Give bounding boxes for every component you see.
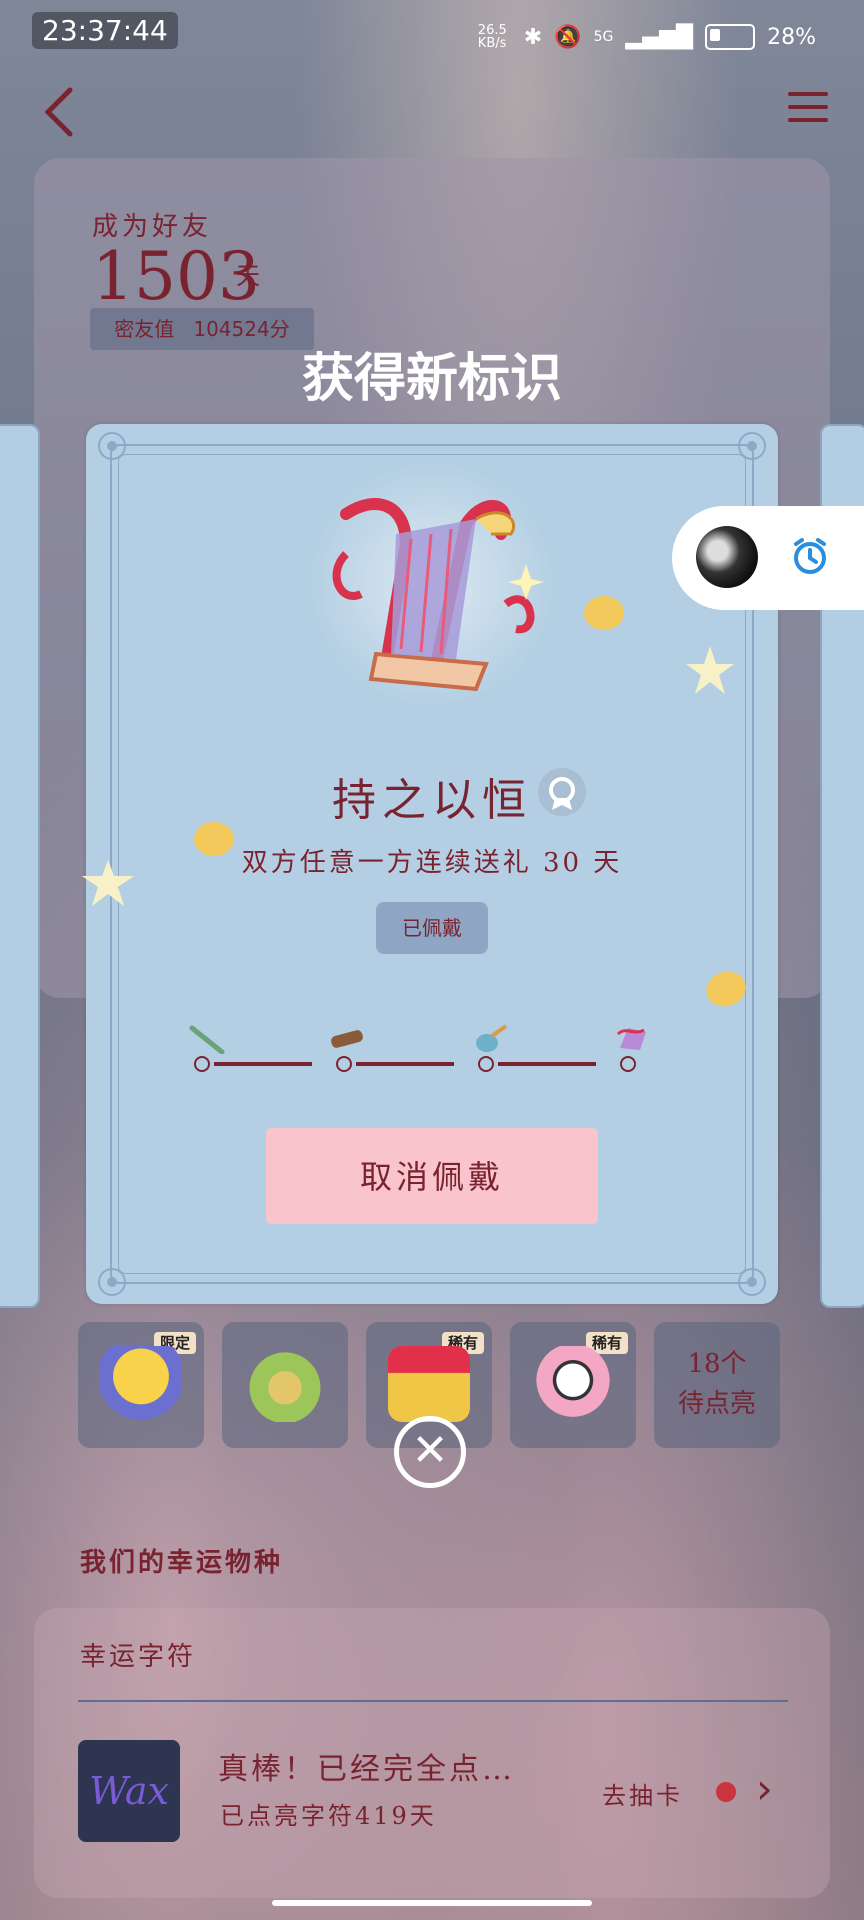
lucky-sub-text: 已点亮字符419天 [220,1802,437,1830]
corner-ornament [98,432,126,460]
chevron-right-icon[interactable]: › [756,1764,773,1813]
level-dot [194,1056,210,1072]
more-gifts-tile[interactable]: 18个 待点亮 [654,1322,780,1448]
status-bar: 23:37:44 26.5 KB/s ✱ 🔕 5G ▂▄▆█ 28% [0,10,864,68]
level-dot [620,1056,636,1072]
gift-item[interactable]: 限定 [78,1322,204,1448]
lucky-card-title: 幸运字符 [80,1642,197,1672]
avatar[interactable] [696,526,758,588]
status-time: 23:37:44 [32,12,178,49]
alarm-clock-icon[interactable] [790,536,830,576]
cancel-wear-button[interactable]: 取消佩戴 [266,1128,598,1224]
duck-gift-icon [100,1346,182,1422]
badge-name: 持之以恒 [332,775,532,826]
net-speed: 26.5 KB/s [477,23,507,51]
more-gifts-label: 待点亮 [677,1389,756,1419]
close-icon: ✕ [411,1425,449,1476]
corner-ornament [738,432,766,460]
badge-image [286,464,578,704]
bluetooth-icon: ✱ [523,24,543,50]
star-decoration [82,860,134,906]
mute-icon: 🔕 [554,24,582,50]
badge-description: 双方任意一方连续送礼 30 天 [241,848,623,878]
friend-days-unit: 天 [236,262,260,290]
harp-badge-icon [332,498,544,692]
level-dot [478,1056,494,1072]
level-connector [356,1062,454,1066]
avocado-frog-icon [244,1346,326,1422]
chevron-left-icon [44,87,73,137]
friend-days-count: 1503 [92,238,260,315]
dog-donut-icon [532,1346,614,1422]
close-popup-button[interactable]: ✕ [394,1416,466,1488]
draw-card-link[interactable]: 去抽卡 [602,1776,683,1811]
gift-item[interactable] [222,1322,348,1448]
flute-level-icon [189,1025,225,1054]
lucky-section-title: 我们的幸运物种 [80,1548,284,1578]
back-button[interactable] [40,82,80,142]
corner-ornament [98,1268,126,1296]
level-connector [214,1062,312,1066]
harp-level-icon [616,1028,646,1050]
battery-icon [705,24,756,50]
corner-ornament [738,1268,766,1296]
signal-icon: ▂▄▆█ [625,24,694,50]
popup-title: 获得新标识 [301,349,562,409]
signal-label: 5G [593,29,614,45]
prev-badge-card[interactable] [0,424,40,1308]
floating-widget [672,506,864,610]
badge-level-progress [189,1024,682,1072]
lucky-char-thumbnail: Wax [78,1740,180,1842]
level-dot [336,1056,352,1072]
battery-level: 28% [767,24,816,50]
menu-button[interactable] [788,92,828,128]
more-gifts-count: 18个 [687,1349,747,1379]
hamburger-icon [788,92,828,96]
zither-level-icon [331,1030,363,1048]
level-connector [498,1062,596,1066]
divider [78,1700,788,1702]
notification-dot [716,1782,736,1802]
worn-status-tag: 已佩戴 [376,902,488,954]
medal-icon [538,768,586,816]
lucky-main-text: 真棒！已经完全点… [218,1752,515,1787]
gift-item[interactable]: 稀有 [510,1322,636,1448]
heart-giftbox-icon [388,1346,470,1422]
star-decoration [686,646,734,694]
coin-decoration [584,596,624,630]
home-indicator[interactable] [272,1900,592,1906]
status-icons: 26.5 KB/s ✱ 🔕 5G ▂▄▆█ 28% [478,24,816,50]
pipa-level-icon [476,1024,508,1052]
